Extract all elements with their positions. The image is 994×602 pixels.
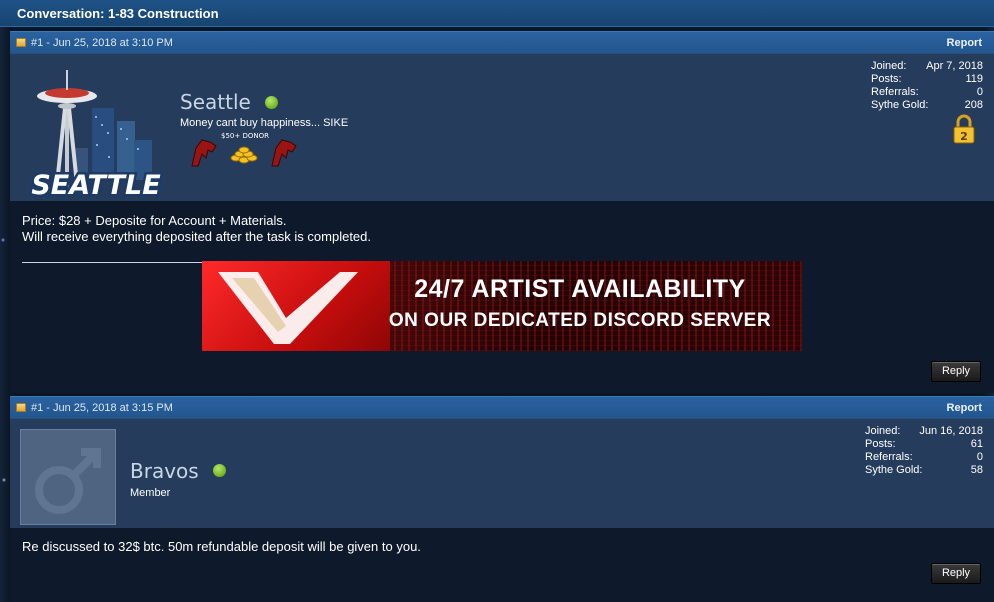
user-info-bar: Bravos Member Joined: Jun 16, 2018 Posts:… [10, 418, 994, 528]
stat-posts: Posts: 119 [871, 73, 983, 85]
post-2: #1 - Jun 25, 2018 at 3:15 PM Report Brav… [10, 396, 994, 602]
signature-banner[interactable]: 24/7 ARTIST AVAILABILITY ON OUR DEDICATE… [202, 261, 802, 351]
avatar-text: SEATTLE [31, 170, 161, 201]
avatar[interactable]: SEATTLE [22, 66, 168, 204]
stat-referrals: Referrals: 0 [871, 86, 983, 98]
logo-icon [218, 272, 358, 344]
donor-badges: $50+ DONOR [188, 130, 302, 170]
username[interactable]: Bravos [130, 459, 199, 483]
post-header: #1 - Jun 25, 2018 at 3:15 PM Report [10, 396, 994, 418]
post-header: #1 - Jun 25, 2018 at 3:10 PM Report [10, 31, 994, 53]
lock-icon: 2 [953, 114, 975, 144]
user-info-bar: SEATTLE Seattle Money cant buy happiness… [10, 53, 994, 204]
banner-subline: ON OUR DEDICATED DISCORD SERVER [388, 310, 772, 331]
stat-gold: Sythe Gold: 208 [871, 99, 983, 111]
svg-text:2: 2 [960, 130, 968, 143]
post-body: Re discussed to 32$ btc. 50m refundable … [10, 528, 994, 602]
reply-button[interactable]: Reply [931, 563, 981, 584]
male-placeholder-icon [35, 448, 101, 514]
post-meta[interactable]: #1 - Jun 25, 2018 at 3:10 PM [31, 37, 173, 49]
stat-joined: Joined: Jun 16, 2018 [865, 425, 983, 437]
user-title: Money cant buy happiness... SIKE [180, 117, 349, 129]
user-stats: Joined: Apr 7, 2018 Posts: 119 Referrals: 0… [871, 60, 983, 144]
post-1: #1 - Jun 25, 2018 at 3:10 PM Report SEAT… [10, 31, 994, 393]
post-meta[interactable]: #1 - Jun 25, 2018 at 3:15 PM [31, 402, 173, 414]
report-link[interactable]: Report [947, 402, 982, 414]
stat-gold: Sythe Gold: 58 [865, 464, 983, 476]
report-link[interactable]: Report [947, 37, 982, 49]
badge-label: $50+ DONOR [221, 132, 269, 140]
banner-headline: 24/7 ARTIST AVAILABILITY [414, 275, 746, 303]
reply-button[interactable]: Reply [931, 361, 981, 382]
user-title: Member [130, 487, 171, 499]
post-icon [16, 403, 26, 412]
avatar[interactable] [20, 429, 116, 525]
post-body: Price: $28 + Deposite for Account + Mate… [10, 201, 994, 393]
online-indicator [265, 96, 278, 109]
post-icon [16, 38, 26, 47]
stat-joined: Joined: Apr 7, 2018 [871, 60, 983, 72]
post-text: Re discussed to 32$ btc. 50m refundable … [22, 539, 421, 554]
donor-badge-icon: $50+ DONOR [191, 132, 297, 167]
stat-posts: Posts: 61 [865, 438, 983, 450]
online-indicator [213, 464, 226, 477]
stat-referrals: Referrals: 0 [865, 451, 983, 463]
user-stats: Joined: Jun 16, 2018 Posts: 61 Referrals: 0… [865, 425, 983, 477]
post-text-line1: Price: $28 + Deposite for Account + Mate… [22, 213, 287, 228]
signature-divider [22, 262, 202, 263]
post-text-line2: Will receive everything deposited after … [22, 229, 372, 244]
username[interactable]: Seattle [180, 90, 251, 114]
conversation-title: Conversation: 1-83 Construction [0, 0, 994, 27]
